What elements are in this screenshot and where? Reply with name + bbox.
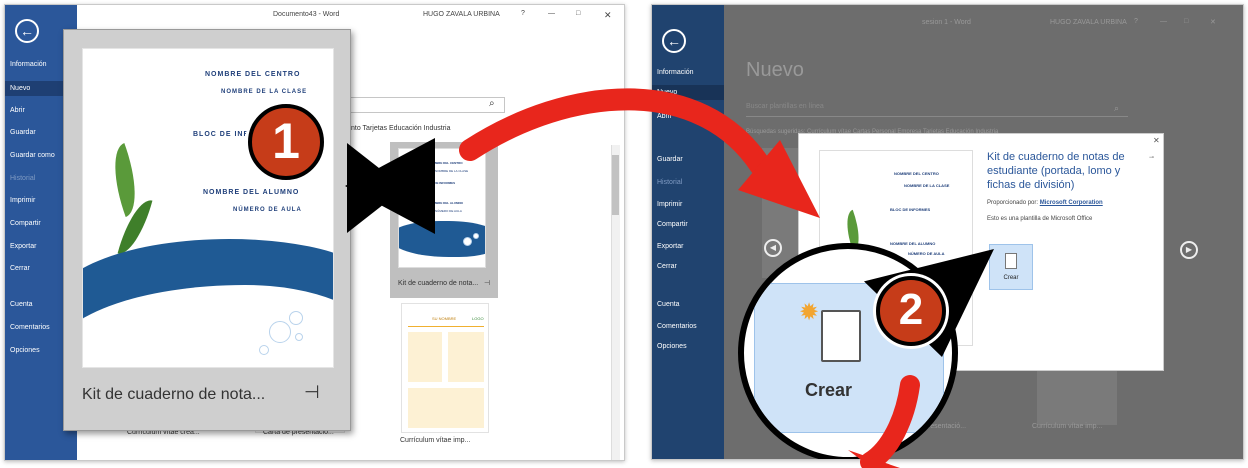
step-badge-2: 2	[876, 276, 946, 346]
red-arrow-2	[860, 375, 920, 468]
red-arrow-1	[459, 88, 771, 176]
step-badge-1: 1	[248, 104, 324, 180]
red-arrow-overlay	[459, 88, 920, 468]
